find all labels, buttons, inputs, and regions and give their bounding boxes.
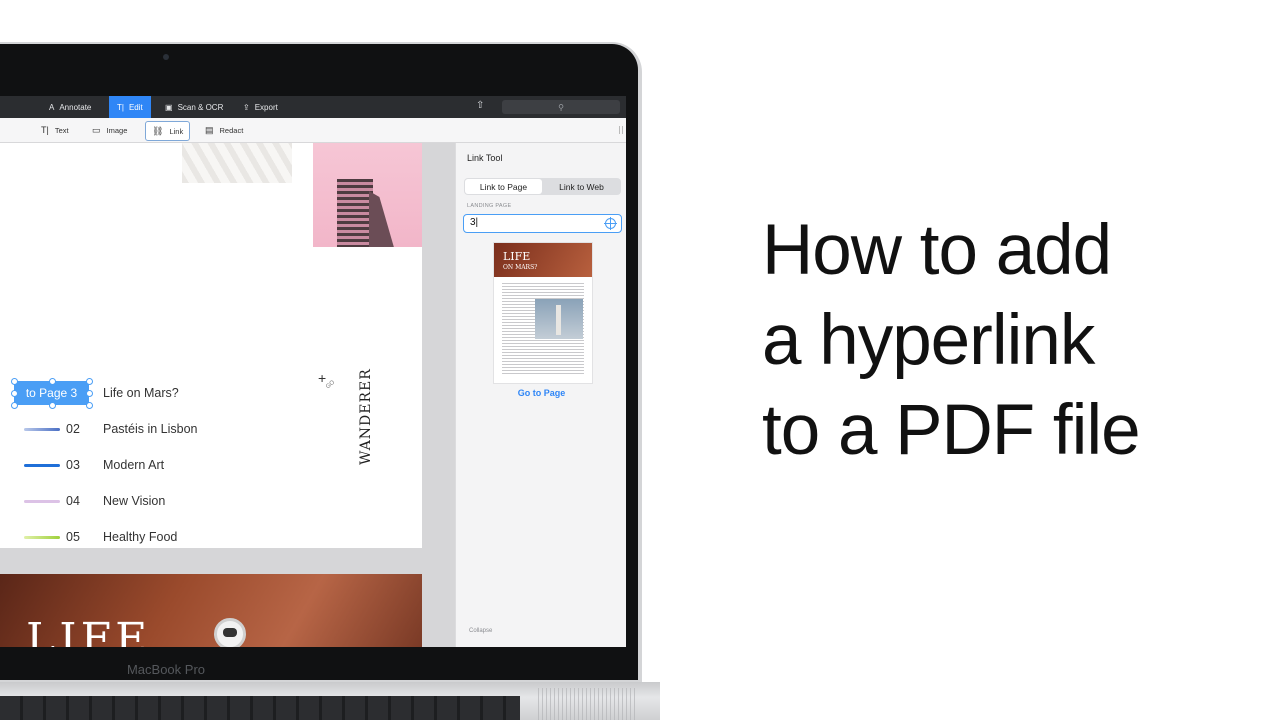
share-icon[interactable]: ⇧	[476, 100, 484, 111]
keyboard	[0, 696, 520, 720]
link-tool-button[interactable]: ⛓ Link	[145, 121, 191, 141]
toc-title: New Vision	[103, 494, 166, 508]
tool-label: Image	[106, 125, 128, 135]
thumbnail-title: LIFE ON MARS?	[503, 250, 538, 272]
resize-handle[interactable]	[49, 378, 56, 385]
target-icon[interactable]	[604, 217, 617, 230]
toc-number: 04	[66, 494, 80, 508]
tab-label: Edit	[128, 102, 143, 112]
toc-title: Pastéis in Lisbon	[103, 422, 198, 436]
text-tool-button[interactable]: T| Text	[35, 121, 75, 139]
resize-handle[interactable]	[49, 402, 56, 409]
link-tool-panel: Link Tool Link to Page Link to Web LANDI…	[455, 143, 626, 647]
pdf-page: to Page 3 Life on Mars? 02 Pastéis in Li…	[0, 143, 422, 548]
headline-line: How to add	[762, 211, 1112, 290]
astronaut-image	[214, 618, 246, 647]
panel-title: Link Tool	[467, 153, 503, 163]
toc-number: 02	[66, 422, 80, 436]
toc-title: Life on Mars?	[103, 386, 179, 400]
tab-scan-ocr[interactable]: ▣ Scan & OCR	[165, 96, 223, 118]
edit-text-icon: T|	[117, 102, 124, 112]
collapse-button[interactable]: Collapse	[469, 628, 492, 634]
redact-tool-button[interactable]: ▤ Redact	[199, 121, 249, 139]
tab-label: Annotate	[59, 102, 92, 112]
toc-number: 03	[66, 458, 80, 472]
resize-handle[interactable]	[86, 390, 93, 397]
text-tool-icon: T|	[41, 125, 49, 135]
link-to-web-button[interactable]: Link to Web	[543, 179, 620, 194]
speaker-grille	[538, 688, 638, 720]
redact-tool-icon: ▤	[205, 124, 214, 135]
page-thumbnail[interactable]: LIFE ON MARS?	[493, 242, 593, 384]
toc-color-bar	[24, 427, 60, 431]
thumbnail-title-main: LIFE	[503, 250, 531, 263]
toc-title: Healthy Food	[103, 530, 178, 544]
next-pdf-page: LIFE	[0, 574, 422, 647]
vertical-brand-text: WANDERER	[358, 368, 374, 465]
resize-handle[interactable]	[11, 402, 18, 409]
landing-page-field[interactable]: 3|	[463, 214, 622, 233]
scan-icon: ▣	[165, 102, 173, 112]
toc-item: 02 Pastéis in Lisbon	[24, 421, 198, 437]
landing-page-value: 3|	[470, 217, 479, 228]
link-annotation[interactable]: to Page 3	[11, 378, 93, 409]
toc-item: 03 Modern Art	[24, 457, 164, 473]
app-window: A Annotate T| Edit ▣ Scan & OCR ⇪ Export…	[0, 96, 626, 647]
link-to-page-button[interactable]: Link to Page	[465, 179, 542, 194]
device-brand: MacBook Pro	[126, 662, 206, 677]
building-photo	[313, 143, 422, 247]
toc-color-bar	[24, 463, 60, 467]
tab-label: Scan & OCR	[177, 102, 224, 112]
toc-title: Modern Art	[103, 458, 165, 472]
building-shape	[337, 179, 373, 247]
link-type-segmented-control: Link to Page Link to Web	[464, 178, 621, 195]
landing-page-label: LANDING PAGE	[467, 203, 512, 209]
link-tool-icon: ⛓	[152, 125, 164, 136]
resize-handle[interactable]	[86, 402, 93, 409]
tab-annotate[interactable]: A Annotate	[49, 96, 91, 118]
image-tool-icon: ▭	[92, 124, 101, 135]
tool-label: Link	[169, 126, 184, 136]
title-bar: A Annotate T| Edit ▣ Scan & OCR ⇪ Export…	[0, 96, 626, 118]
annotate-icon: A	[49, 102, 55, 112]
tab-label: Export	[254, 102, 278, 112]
tool-label: Redact	[219, 125, 244, 135]
thumbnail-header: LIFE ON MARS?	[494, 243, 592, 277]
toc-color-bar	[24, 535, 60, 539]
building-shape	[369, 191, 395, 247]
toc-item: 04 New Vision	[24, 493, 165, 509]
resize-handle[interactable]	[11, 378, 18, 385]
export-icon: ⇪	[243, 102, 250, 112]
tool-label: Text	[54, 125, 69, 135]
tab-export[interactable]: ⇪ Export	[243, 96, 278, 118]
toc-color-bar	[24, 499, 60, 503]
toc-number: 05	[66, 530, 80, 544]
resize-handle[interactable]	[11, 390, 18, 397]
toc-item: 05 Healthy Food	[24, 529, 177, 545]
resize-handle[interactable]	[86, 378, 93, 385]
go-to-page-button[interactable]: Go to Page	[456, 388, 626, 398]
cursor-tag: GO	[325, 379, 337, 391]
crosshair-cursor-icon: +	[318, 370, 327, 386]
edit-toolbar: T| Text ▭ Image ⛓ Link ▤ Redact	[0, 118, 626, 143]
headline: How to add a hyperlink to a PDF file	[762, 206, 1141, 476]
headline-line: a hyperlink	[762, 301, 1095, 380]
next-page-title: LIFE	[26, 614, 152, 647]
thumbnail-title-sub: ON MARS?	[503, 264, 538, 271]
architecture-photo	[182, 143, 292, 183]
search-input[interactable]: ⚲	[502, 100, 620, 114]
image-tool-button[interactable]: ▭ Image	[86, 121, 133, 139]
headline-line: to a PDF file	[762, 391, 1141, 470]
toolbar-grip[interactable]	[619, 126, 623, 134]
rocket-photo	[535, 299, 583, 339]
link-label: to Page 3	[25, 386, 78, 400]
search-icon: ⚲	[558, 102, 564, 112]
tab-edit[interactable]: T| Edit	[109, 96, 151, 118]
camera-icon	[163, 54, 169, 60]
